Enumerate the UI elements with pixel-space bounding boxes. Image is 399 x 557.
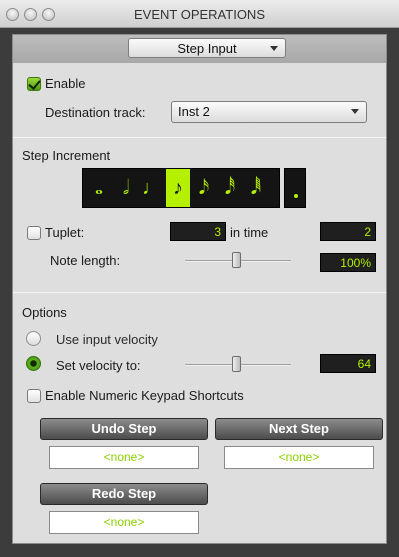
eighth-note-icon[interactable]: ♪ [166,169,190,207]
tuplet-value-field[interactable]: 3 [170,222,226,241]
window-title: EVENT OPERATIONS [134,7,265,22]
note-length-slider-thumb[interactable] [232,252,241,268]
event-operations-panel: Step Input Enable Destination track: Ins… [12,34,387,544]
destination-track-dropdown[interactable]: Inst 2 [171,101,367,123]
note-length-value[interactable]: 100% [320,253,376,272]
operation-selector[interactable]: Step Input [128,38,286,58]
in-time-value-field[interactable]: 2 [320,222,376,241]
options-title: Options [22,305,67,320]
in-time-label: in time [230,225,269,240]
tuplet-checkbox[interactable] [27,226,41,240]
note-value-selector: 𝅝 𝅗𝅥 ♩ ♪ 𝅘𝅥𝅯 𝅘𝅥𝅰 𝅘𝅥𝅱 [82,168,280,208]
velocity-slider-thumb[interactable] [232,356,241,372]
next-step-shortcut-field[interactable]: <none> [224,446,374,469]
enable-label: Enable [45,76,86,91]
sixteenth-note-icon[interactable]: 𝅘𝅥𝅯 [192,169,216,207]
numeric-keypad-label: Enable Numeric Keypad Shortcuts [45,388,244,403]
destination-track-label: Destination track: [45,105,146,120]
operation-selector-value: Step Input [177,41,237,56]
destination-track-value: Inst 2 [178,104,210,119]
next-step-button[interactable]: Next Step [215,418,383,440]
set-velocity-radio[interactable] [26,356,41,371]
thirty-second-note-icon[interactable]: 𝅘𝅥𝅰 [218,169,242,207]
tuplet-label: Tuplet: [45,225,85,240]
redo-step-button[interactable]: Redo Step [40,483,208,505]
use-input-velocity-label: Use input velocity [56,332,158,347]
quarter-note-icon[interactable]: ♩ [140,169,164,207]
dotted-note-toggle[interactable] [284,168,306,208]
undo-step-shortcut-field[interactable]: <none> [49,446,199,469]
chevron-down-icon [351,109,359,114]
set-velocity-label: Set velocity to: [56,358,141,373]
divider [13,137,386,138]
step-increment-title: Step Increment [22,148,111,163]
title-bar: EVENT OPERATIONS [0,0,399,28]
dot-icon [294,194,298,198]
undo-step-button[interactable]: Undo Step [40,418,208,440]
note-length-label: Note length: [50,253,121,268]
whole-note-icon[interactable]: 𝅝 [87,169,111,207]
event-operations-window: EVENT OPERATIONS Step Input Enable Desti… [0,0,399,557]
use-input-velocity-radio[interactable] [26,331,41,346]
chevron-down-icon [270,46,278,51]
numeric-keypad-checkbox[interactable] [27,389,41,403]
redo-step-shortcut-field[interactable]: <none> [49,511,199,534]
operation-bar: Step Input [13,35,386,63]
half-note-icon[interactable]: 𝅗𝅥 [114,169,138,207]
enable-checkbox[interactable] [27,77,41,91]
velocity-value-field[interactable]: 64 [320,354,376,373]
sixty-fourth-note-icon[interactable]: 𝅘𝅥𝅱 [244,169,268,207]
divider [13,292,386,293]
